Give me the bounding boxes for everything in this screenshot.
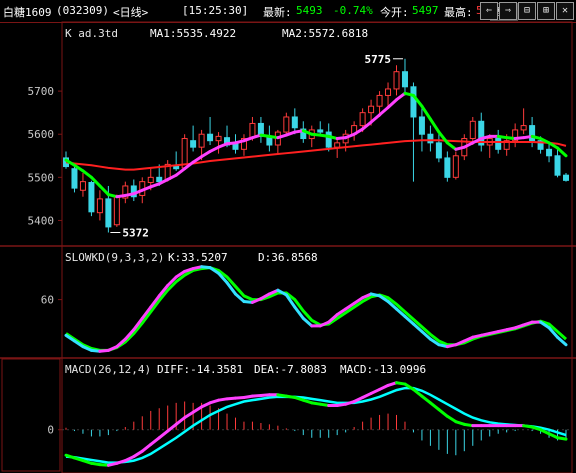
candle-body xyxy=(444,157,451,178)
candle-body xyxy=(190,140,197,148)
d-line xyxy=(65,266,567,352)
dif-segment xyxy=(174,416,187,426)
dif-segment xyxy=(191,405,204,414)
kd-panel: 60 xyxy=(41,265,568,353)
main-title: K ad.3td xyxy=(65,27,118,40)
candle-body xyxy=(249,122,256,139)
y-tick-label: 5400 xyxy=(28,214,55,227)
ma1-segment xyxy=(428,117,441,134)
ma1-segment xyxy=(174,167,187,177)
candle-body xyxy=(96,198,103,214)
ma1-segment xyxy=(378,105,390,117)
price-panel: 5700 5600 5500 5400 5775 5372 xyxy=(28,53,569,240)
ma1-segment xyxy=(81,169,93,179)
dif-segment xyxy=(157,429,170,440)
ma1-segment xyxy=(395,91,407,102)
y-tick-label: 5500 xyxy=(28,171,55,184)
candle-body xyxy=(79,181,86,191)
dif-segment xyxy=(183,410,195,420)
low-annotation: 5372 xyxy=(122,227,149,240)
y-tick-label: 60 xyxy=(41,294,54,307)
dif-segment xyxy=(166,422,178,433)
chart-grid xyxy=(0,21,576,473)
ma1-segment xyxy=(191,155,204,164)
ma1-segment xyxy=(445,141,458,151)
candle-body xyxy=(563,174,569,181)
candle-body xyxy=(427,133,434,144)
dif-label: DIFF:-14.3581 xyxy=(157,363,243,376)
candle-body xyxy=(401,71,408,88)
chart-area[interactable]: 5700 5600 5500 5400 5775 5372 60 0 K ad.3td MA… xyxy=(0,0,576,473)
macd-axis-frame xyxy=(1,358,61,472)
candle-body xyxy=(418,116,425,135)
candle-body xyxy=(283,116,290,133)
dif-segment xyxy=(140,442,153,453)
y-tick-label: 5600 xyxy=(28,128,55,141)
candle-body xyxy=(469,120,476,140)
candle-body xyxy=(452,155,459,178)
candle-body xyxy=(520,125,527,131)
candle-body xyxy=(317,129,324,133)
candle-body xyxy=(554,155,561,176)
ma1-segment xyxy=(98,184,110,197)
candle-body xyxy=(546,148,553,157)
candle-body xyxy=(393,71,400,90)
candle-body xyxy=(435,142,442,159)
candle-body xyxy=(529,125,536,142)
plot-frame xyxy=(61,21,573,473)
candle-body xyxy=(71,168,78,189)
high-annotation: 5775 xyxy=(364,53,391,66)
candle-body xyxy=(359,112,366,127)
dif-segment xyxy=(149,436,161,446)
candle-body xyxy=(147,176,154,184)
dif-segment xyxy=(428,401,441,412)
candle-body xyxy=(334,142,341,148)
candle-body xyxy=(376,94,383,107)
dif-segment xyxy=(437,408,449,418)
candle-body xyxy=(232,143,239,150)
d-label: D:36.8568 xyxy=(258,251,318,264)
candle-body xyxy=(385,88,392,96)
dif-segment xyxy=(132,449,144,459)
candle-body xyxy=(207,133,214,142)
ma1-label: MA1:5535.4922 xyxy=(150,27,236,40)
candle-body xyxy=(113,196,120,226)
candle-body xyxy=(156,176,163,183)
ma1-segment xyxy=(386,98,399,109)
ma1-segment xyxy=(556,146,568,158)
dea-label: DEA:-7.8083 xyxy=(254,363,327,376)
candle-body xyxy=(495,138,502,150)
ma2-label: MA2:5572.6818 xyxy=(282,27,368,40)
k-label: K:33.5207 xyxy=(168,251,228,264)
candle-body xyxy=(368,105,375,114)
macd-label: MACD:-13.0996 xyxy=(340,363,426,376)
macd-panel: 0 xyxy=(47,381,572,467)
y-tick-label: 5700 xyxy=(28,85,55,98)
macd-title: MACD(26,12,4) xyxy=(65,363,151,376)
ma1-segment xyxy=(369,113,382,124)
candle-body xyxy=(215,135,222,142)
dif-segment xyxy=(445,414,458,424)
dif-segment xyxy=(420,394,432,405)
candle-body xyxy=(88,182,95,213)
candle-body xyxy=(105,198,112,228)
candle-body xyxy=(198,133,205,148)
candle-body xyxy=(410,86,417,118)
candle-body xyxy=(291,116,298,129)
y-tick-label: 0 xyxy=(47,424,54,437)
candle-body xyxy=(325,131,332,148)
dif-segment xyxy=(556,436,568,441)
kd-title: SLOWKD(9,3,3,2) xyxy=(65,251,164,264)
